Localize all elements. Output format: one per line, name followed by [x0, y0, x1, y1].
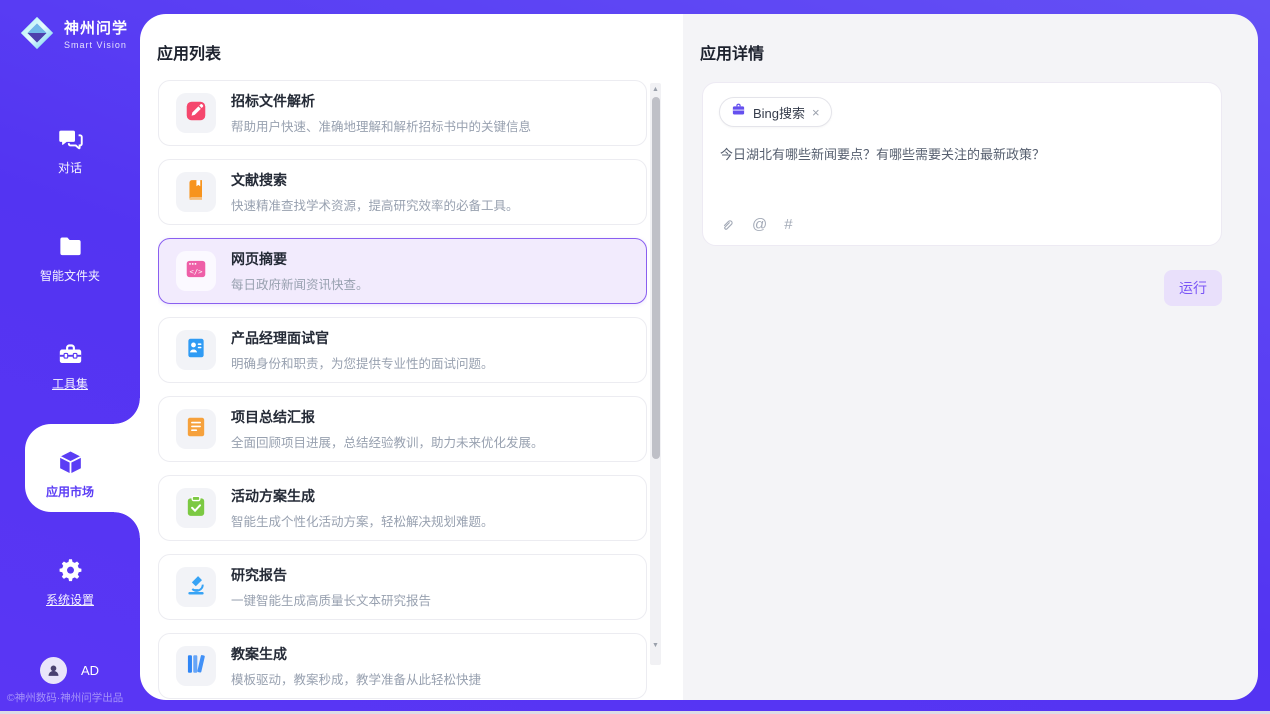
user-account[interactable]: AD — [40, 657, 99, 684]
user-avatar-icon — [40, 657, 67, 684]
clipboard-check-icon — [184, 494, 208, 523]
app-card[interactable]: 项目总结汇报全面回顾项目进展，总结经验教训，助力未来优化发展。 — [158, 396, 647, 462]
hash-icon[interactable]: # — [784, 216, 792, 233]
app-desc: 帮助用户快速、准确地理解和解析招标书中的关键信息 — [231, 116, 531, 135]
app-card[interactable]: </> 网页摘要每日政府新闻资讯快查。 — [158, 238, 647, 304]
app-title: 教案生成 — [231, 644, 481, 664]
app-icon-chip — [176, 409, 216, 449]
sidebar-item-智能文件夹[interactable]: 智能文件夹 — [0, 204, 140, 312]
app-logo: 神州问学 Smart Vision — [18, 14, 128, 52]
gear-icon — [57, 557, 84, 584]
app-list-title: 应用列表 — [157, 40, 221, 64]
app-card[interactable]: 活动方案生成智能生成个性化活动方案，轻松解决规划难题。 — [158, 475, 647, 541]
copyright-footer: ©神州数码·神州问学出品 — [7, 690, 123, 705]
sidebar-item-label: 应用市场 — [46, 483, 94, 500]
sidebar-item-label: 工具集 — [52, 375, 88, 392]
chat-icon — [57, 125, 84, 152]
app-desc: 一键智能生成高质量长文本研究报告 — [231, 590, 431, 609]
microscope-icon — [184, 573, 208, 602]
query-text[interactable]: 今日湖北有哪些新闻要点？有哪些需要关注的最新政策？ — [720, 145, 1201, 165]
app-card[interactable]: 研究报告一键智能生成高质量长文本研究报告 — [158, 554, 647, 620]
sidebar: 神州问学 Smart Vision 对话智能文件夹工具集应用市场系统设置 AD … — [0, 0, 140, 714]
app-icon-chip — [176, 488, 216, 528]
app-desc: 智能生成个性化活动方案，轻松解决规划难题。 — [231, 511, 494, 530]
logo-subtitle: Smart Vision — [64, 40, 128, 50]
app-desc: 模板驱动，教案秒成，教学准备从此轻松快捷 — [231, 669, 481, 688]
app-title: 招标文件解析 — [231, 91, 531, 111]
app-title: 网页摘要 — [231, 249, 369, 269]
interviewer-icon — [184, 336, 208, 365]
sidebar-item-系统设置[interactable]: 系统设置 — [0, 528, 140, 636]
scrollbar-thumb[interactable] — [652, 97, 660, 459]
app-icon-chip — [176, 646, 216, 686]
run-button[interactable]: 运行 — [1164, 270, 1222, 306]
sidebar-item-label: 系统设置 — [46, 591, 94, 608]
sidebar-item-label: 智能文件夹 — [40, 267, 100, 284]
book-icon — [184, 178, 208, 207]
app-title: 研究报告 — [231, 565, 431, 585]
folder-icon — [57, 233, 84, 260]
app-detail-title: 应用详情 — [700, 40, 764, 64]
memo-icon — [184, 415, 208, 444]
sidebar-item-应用市场[interactable]: 应用市场 — [0, 420, 140, 528]
app-icon-chip: </> — [176, 251, 216, 291]
app-desc: 全面回顾项目进展，总结经验教训，助力未来优化发展。 — [231, 432, 544, 451]
app-detail-panel: 应用详情 Bing搜索 × 今日湖北有哪些新闻要点？有哪些需要关注的最新政策？ … — [683, 14, 1258, 700]
app-title: 活动方案生成 — [231, 486, 494, 506]
app-icon-chip — [176, 567, 216, 607]
sidebar-item-label: 对话 — [58, 159, 82, 176]
books-icon — [184, 652, 208, 681]
app-card[interactable]: 文献搜索快速精准查找学术资源，提高研究效率的必备工具。 — [158, 159, 647, 225]
paperclip-icon[interactable] — [719, 217, 735, 233]
scroll-up-icon[interactable]: ▲ — [650, 83, 661, 95]
app-title: 产品经理面试官 — [231, 328, 494, 348]
logo-title: 神州问学 — [64, 17, 128, 38]
toolbox-icon — [57, 341, 84, 368]
prompt-card: Bing搜索 × 今日湖北有哪些新闻要点？有哪些需要关注的最新政策？ @# — [702, 82, 1222, 246]
composer-toolbar: @# — [719, 216, 793, 233]
app-desc: 明确身份和职责，为您提供专业性的面试问题。 — [231, 353, 494, 372]
app-window: 神州问学 Smart Vision 对话智能文件夹工具集应用市场系统设置 AD … — [0, 0, 1270, 714]
cube-icon — [57, 449, 84, 476]
app-list-panel: 应用列表 招标文件解析帮助用户快速、准确地理解和解析招标书中的关键信息文献搜索快… — [140, 14, 683, 700]
app-card-list: 招标文件解析帮助用户快速、准确地理解和解析招标书中的关键信息文献搜索快速精准查找… — [158, 80, 647, 700]
briefcase-icon — [731, 102, 746, 122]
user-name: AD — [81, 663, 99, 678]
sidebar-nav: 对话智能文件夹工具集应用市场系统设置 — [0, 96, 140, 636]
webpage-code-icon: </> — [184, 257, 208, 286]
close-icon[interactable]: × — [812, 106, 820, 119]
app-icon-chip — [176, 172, 216, 212]
at-icon[interactable]: @ — [752, 216, 767, 233]
sidebar-item-对话[interactable]: 对话 — [0, 96, 140, 204]
doc-edit-icon — [184, 99, 208, 128]
scrollbar[interactable]: ▲ ▼ — [650, 83, 661, 665]
app-icon-chip — [176, 330, 216, 370]
scroll-down-icon[interactable]: ▼ — [650, 639, 661, 651]
app-card[interactable]: 教案生成模板驱动，教案秒成，教学准备从此轻松快捷 — [158, 633, 647, 699]
tool-tag-bing-search[interactable]: Bing搜索 × — [719, 97, 832, 127]
main-content: 应用列表 招标文件解析帮助用户快速、准确地理解和解析招标书中的关键信息文献搜索快… — [140, 14, 1258, 700]
app-card[interactable]: 产品经理面试官明确身份和职责，为您提供专业性的面试问题。 — [158, 317, 647, 383]
app-desc: 快速精准查找学术资源，提高研究效率的必备工具。 — [231, 195, 519, 214]
app-title: 文献搜索 — [231, 170, 519, 190]
diamond-logo-icon — [18, 14, 56, 52]
app-icon-chip — [176, 93, 216, 133]
app-title: 项目总结汇报 — [231, 407, 544, 427]
app-desc: 每日政府新闻资讯快查。 — [231, 274, 369, 293]
tool-tag-label: Bing搜索 — [753, 103, 805, 122]
app-card[interactable]: 招标文件解析帮助用户快速、准确地理解和解析招标书中的关键信息 — [158, 80, 647, 146]
svg-text:</>: </> — [190, 266, 204, 275]
